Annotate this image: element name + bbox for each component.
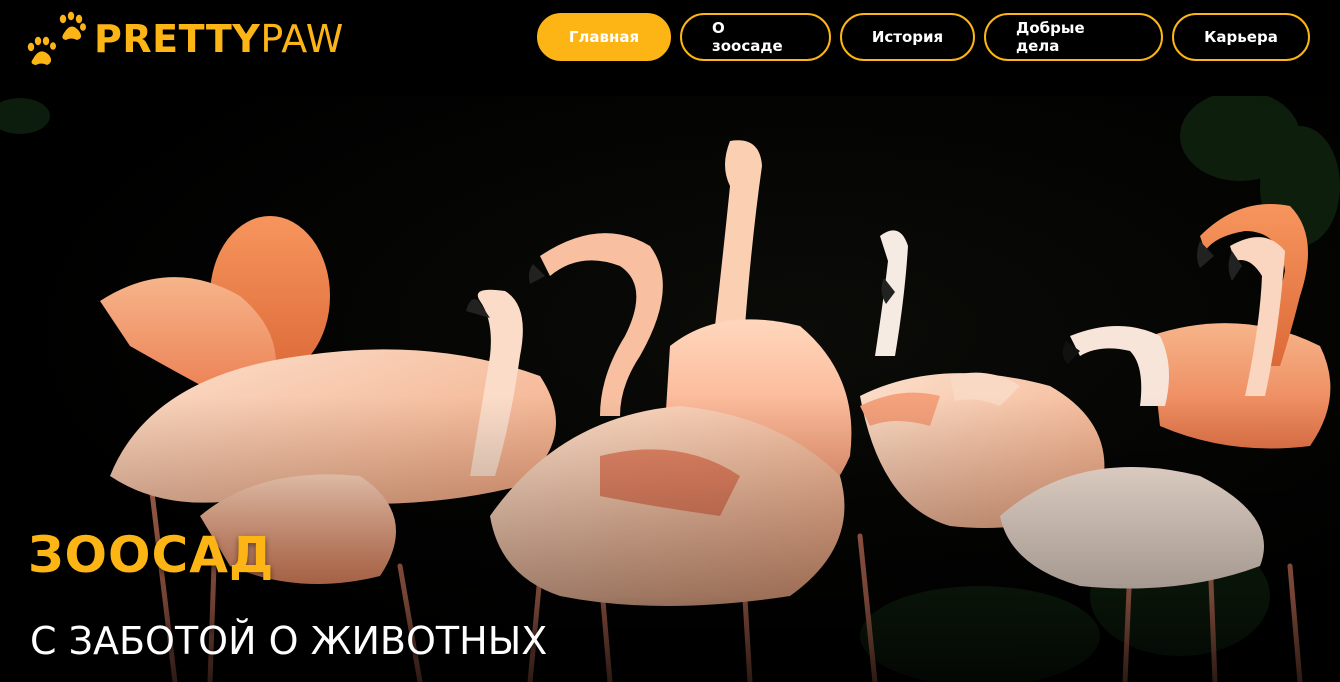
site-header: PRETTYPAW Главная О зоосаде История Добр… [0, 0, 1340, 96]
flamingos-photo [0, 96, 1340, 682]
nav-home-button[interactable]: Главная [537, 13, 671, 61]
hero-title: ЗООСАД [28, 526, 275, 584]
nav-about-button[interactable]: О зоосаде [680, 13, 831, 61]
paw-prints-icon [27, 11, 86, 65]
main-nav: Главная О зоосаде История Добрые дела Ка… [537, 13, 1310, 61]
nav-good-deeds-button[interactable]: Добрые дела [984, 13, 1163, 61]
hero-section: ЗООСАД С ЗАБОТОЙ О ЖИВОТНЫХ [0, 96, 1340, 682]
nav-history-button[interactable]: История [840, 13, 975, 61]
hero-subtitle: С ЗАБОТОЙ О ЖИВОТНЫХ [30, 619, 548, 663]
nav-career-button[interactable]: Карьера [1172, 13, 1310, 61]
site-logo[interactable]: PRETTYPAW [26, 8, 344, 70]
logo-text-light: PAW [260, 17, 344, 61]
logo-text: PRETTYPAW [94, 20, 344, 58]
page: PRETTYPAW Главная О зоосаде История Добр… [0, 0, 1340, 682]
logo-text-bold: PRETTY [94, 17, 261, 61]
